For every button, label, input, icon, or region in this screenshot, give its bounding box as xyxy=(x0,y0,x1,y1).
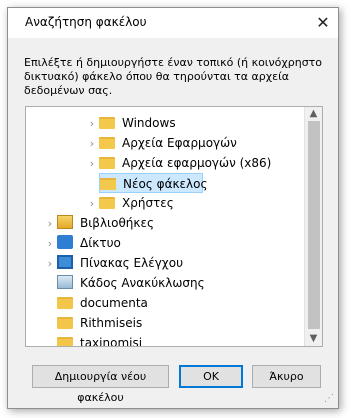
chevron-right-icon[interactable]: › xyxy=(43,254,57,274)
tree-item-recycle-bin[interactable]: Κάδος Ανακύκλωσης xyxy=(57,273,205,293)
folder-icon xyxy=(99,157,115,169)
tree-item-users[interactable]: › Χρήστες xyxy=(85,193,174,213)
tree-item-label: Δίκτυο xyxy=(80,236,121,250)
title-bar: Αναζήτηση φακέλου ✕ xyxy=(8,8,338,38)
close-icon[interactable]: ✕ xyxy=(310,10,336,36)
chevron-right-icon[interactable]: › xyxy=(85,114,99,134)
scroll-down-icon[interactable]: ▼ xyxy=(305,332,322,346)
scroll-up-icon[interactable]: ▲ xyxy=(305,107,322,121)
tree-item-libraries[interactable]: › Βιβλιοθήκες xyxy=(43,213,154,233)
network-icon xyxy=(57,235,73,249)
folder-icon xyxy=(57,297,73,309)
tree-item-control-panel[interactable]: › Πίνακας Ελέγχου xyxy=(43,253,183,273)
tree-item-new-folder[interactable]: Νέος φάκελος xyxy=(99,173,208,193)
tree-item-program-files[interactable]: › Αρχεία Εφαρμογών xyxy=(85,133,237,153)
chevron-right-icon[interactable]: › xyxy=(43,234,57,254)
tree-item-label: Νέος φάκελος xyxy=(123,177,208,191)
vertical-scrollbar[interactable]: ▲ ▼ xyxy=(304,107,322,346)
instruction-text: Επιλέξτε ή δημιουργήστε έναν τοπικό (ή κ… xyxy=(24,56,323,97)
tree-item-label: taxinomisi xyxy=(80,336,143,347)
chevron-right-icon[interactable]: › xyxy=(85,194,99,214)
tree-item-label: Βιβλιοθήκες xyxy=(80,216,155,230)
tree-item-network[interactable]: › Δίκτυο xyxy=(43,233,121,253)
chevron-right-icon[interactable]: › xyxy=(85,134,99,154)
tree-item-label: Χρήστες xyxy=(122,196,174,210)
folder-icon xyxy=(100,178,116,190)
tree-item-program-files-x86[interactable]: › Αρχεία εφαρμογών (x86) xyxy=(85,153,272,174)
tree-item-label: Αρχεία εφαρμογών (x86) xyxy=(122,156,272,170)
tree-item-rithmiseis[interactable]: Rithmiseis xyxy=(57,313,142,333)
tree-item-taxinomisi[interactable]: taxinomisi xyxy=(57,333,143,347)
folder-tree: › Windows › Αρχεία Εφαρμογών › Αρχεία εφαρμ… xyxy=(25,106,323,347)
cancel-button[interactable]: Άκυρο xyxy=(252,365,321,388)
dialog-title: Αναζήτηση φακέλου xyxy=(25,15,147,29)
control-panel-icon xyxy=(57,255,73,269)
tree-item-label: Πίνακας Ελέγχου xyxy=(80,256,184,270)
tree-item-label: Κάδος Ανακύκλωσης xyxy=(80,276,205,290)
tree-item-documenta[interactable]: documenta xyxy=(57,293,148,313)
tree-item-label: Αρχεία Εφαρμογών xyxy=(122,136,237,150)
tree-item-label: Windows xyxy=(122,116,176,130)
folder-icon xyxy=(99,117,115,129)
ok-button[interactable]: OK xyxy=(179,365,243,388)
tree-item-label: documenta xyxy=(80,296,148,310)
new-folder-button[interactable]: Δημιουργία νέου φακέλου xyxy=(32,365,169,404)
folder-icon xyxy=(57,337,73,346)
resize-grip-icon[interactable]: ⋰ xyxy=(324,394,334,404)
libraries-icon xyxy=(57,215,73,229)
folder-icon xyxy=(99,137,115,149)
recycle-bin-icon xyxy=(57,275,73,289)
chevron-right-icon[interactable]: › xyxy=(43,214,57,234)
scrollbar-thumb[interactable] xyxy=(308,121,320,329)
tree-item-windows[interactable]: › Windows xyxy=(85,113,176,133)
tree-item-label: Rithmiseis xyxy=(80,316,143,330)
chevron-right-icon[interactable]: › xyxy=(85,154,99,174)
browse-folder-dialog: Αναζήτηση φακέλου ✕ Επιλέξτε ή δημιουργή… xyxy=(7,7,339,409)
folder-icon xyxy=(57,317,73,329)
folder-icon xyxy=(99,197,115,209)
